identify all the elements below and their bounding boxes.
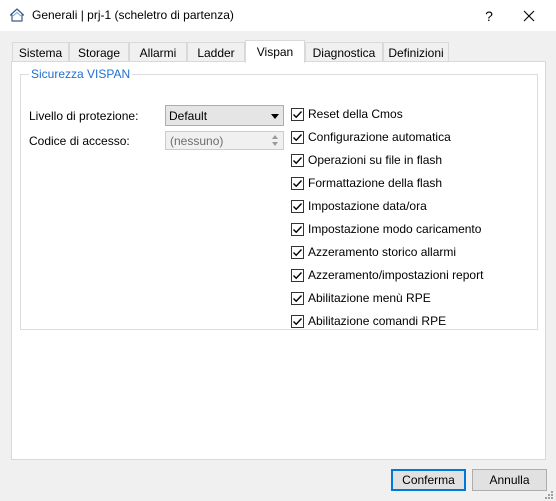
checkbox-box[interactable]	[291, 107, 304, 121]
checkbox-label: Impostazione modo caricamento	[308, 222, 482, 236]
access-code-label: Codice di accesso:	[29, 134, 130, 148]
tab-vispan[interactable]: Vispan	[245, 40, 305, 63]
checkbox-report-settings[interactable]: Azzeramento/impostazioni report	[291, 267, 483, 283]
checkbox-label: Azzeramento storico allarmi	[308, 245, 457, 259]
checkbox-flash-file-ops[interactable]: Operazioni su file in flash	[291, 152, 442, 168]
checkbox-box[interactable]	[291, 245, 304, 259]
spin-buttons[interactable]	[270, 133, 281, 148]
checkbox-label: Abilitazione comandi RPE	[308, 314, 447, 328]
checkbox-rpe-menu[interactable]: Abilitazione menù RPE	[291, 290, 431, 306]
access-code-stepper[interactable]: (nessuno)	[165, 131, 284, 150]
checkbox-rpe-commands[interactable]: Abilitazione comandi RPE	[291, 313, 446, 329]
checkbox-label: Operazioni su file in flash	[308, 153, 443, 167]
checkbox-label: Abilitazione menù RPE	[308, 291, 431, 305]
tab-sistema[interactable]: Sistema	[12, 42, 69, 62]
house-icon	[9, 7, 25, 23]
checkbox-load-mode[interactable]: Impostazione modo caricamento	[291, 221, 481, 237]
group-title: Sicurezza VISPAN	[29, 67, 133, 81]
checkbox-box[interactable]	[291, 130, 304, 144]
access-code-value: (nessuno)	[170, 134, 224, 148]
spin-down-icon[interactable]	[272, 142, 278, 146]
checkbox-box[interactable]	[291, 222, 304, 236]
checkbox-box[interactable]	[291, 291, 304, 305]
protection-value: Default	[169, 109, 208, 123]
checkbox-box[interactable]	[291, 176, 304, 190]
tab-panel: Sicurezza VISPAN Livello di protezione: …	[11, 61, 546, 460]
tab-definizioni[interactable]: Definizioni	[383, 42, 449, 62]
checkbox-label: Formattazione della flash	[308, 176, 443, 190]
checkbox-date-time[interactable]: Impostazione data/ora	[291, 198, 427, 214]
checkbox-box[interactable]	[291, 268, 304, 282]
checkbox-label: Configurazione automatica	[308, 130, 451, 144]
checkbox-flash-format[interactable]: Formattazione della flash	[291, 175, 442, 191]
tab-storage[interactable]: Storage	[69, 42, 129, 62]
window-title: Generali | prj-1 (scheletro di partenza)	[32, 8, 234, 22]
checkbox-alarm-history[interactable]: Azzeramento storico allarmi	[291, 244, 456, 260]
checkbox-box[interactable]	[291, 153, 304, 167]
cancel-button[interactable]: Annulla	[472, 469, 547, 491]
checkbox-label: Reset della Cmos	[308, 107, 403, 121]
close-button[interactable]	[506, 0, 552, 31]
tab-ladder[interactable]: Ladder	[187, 42, 245, 62]
title-bar: Generali | prj-1 (scheletro di partenza)…	[0, 0, 556, 31]
tab-allarmi[interactable]: Allarmi	[129, 42, 187, 62]
checkbox-auto-config[interactable]: Configurazione automatica	[291, 129, 451, 145]
checkbox-label: Impostazione data/ora	[308, 199, 427, 213]
protection-label: Livello di protezione:	[29, 109, 139, 123]
checkbox-label: Azzeramento/impostazioni report	[308, 268, 484, 282]
chevron-down-icon	[271, 114, 279, 119]
resize-grip-icon[interactable]	[544, 489, 554, 499]
close-icon	[523, 10, 535, 21]
checkbox-box[interactable]	[291, 199, 304, 213]
checkbox-reset-cmos[interactable]: Reset della Cmos	[291, 106, 403, 122]
tab-diagnostica[interactable]: Diagnostica	[305, 42, 383, 62]
confirm-button[interactable]: Conferma	[391, 469, 466, 491]
spin-up-icon[interactable]	[272, 135, 278, 139]
checkbox-box[interactable]	[291, 314, 304, 328]
security-group: Sicurezza VISPAN Livello di protezione: …	[20, 67, 538, 330]
protection-select[interactable]: Default	[165, 105, 284, 126]
